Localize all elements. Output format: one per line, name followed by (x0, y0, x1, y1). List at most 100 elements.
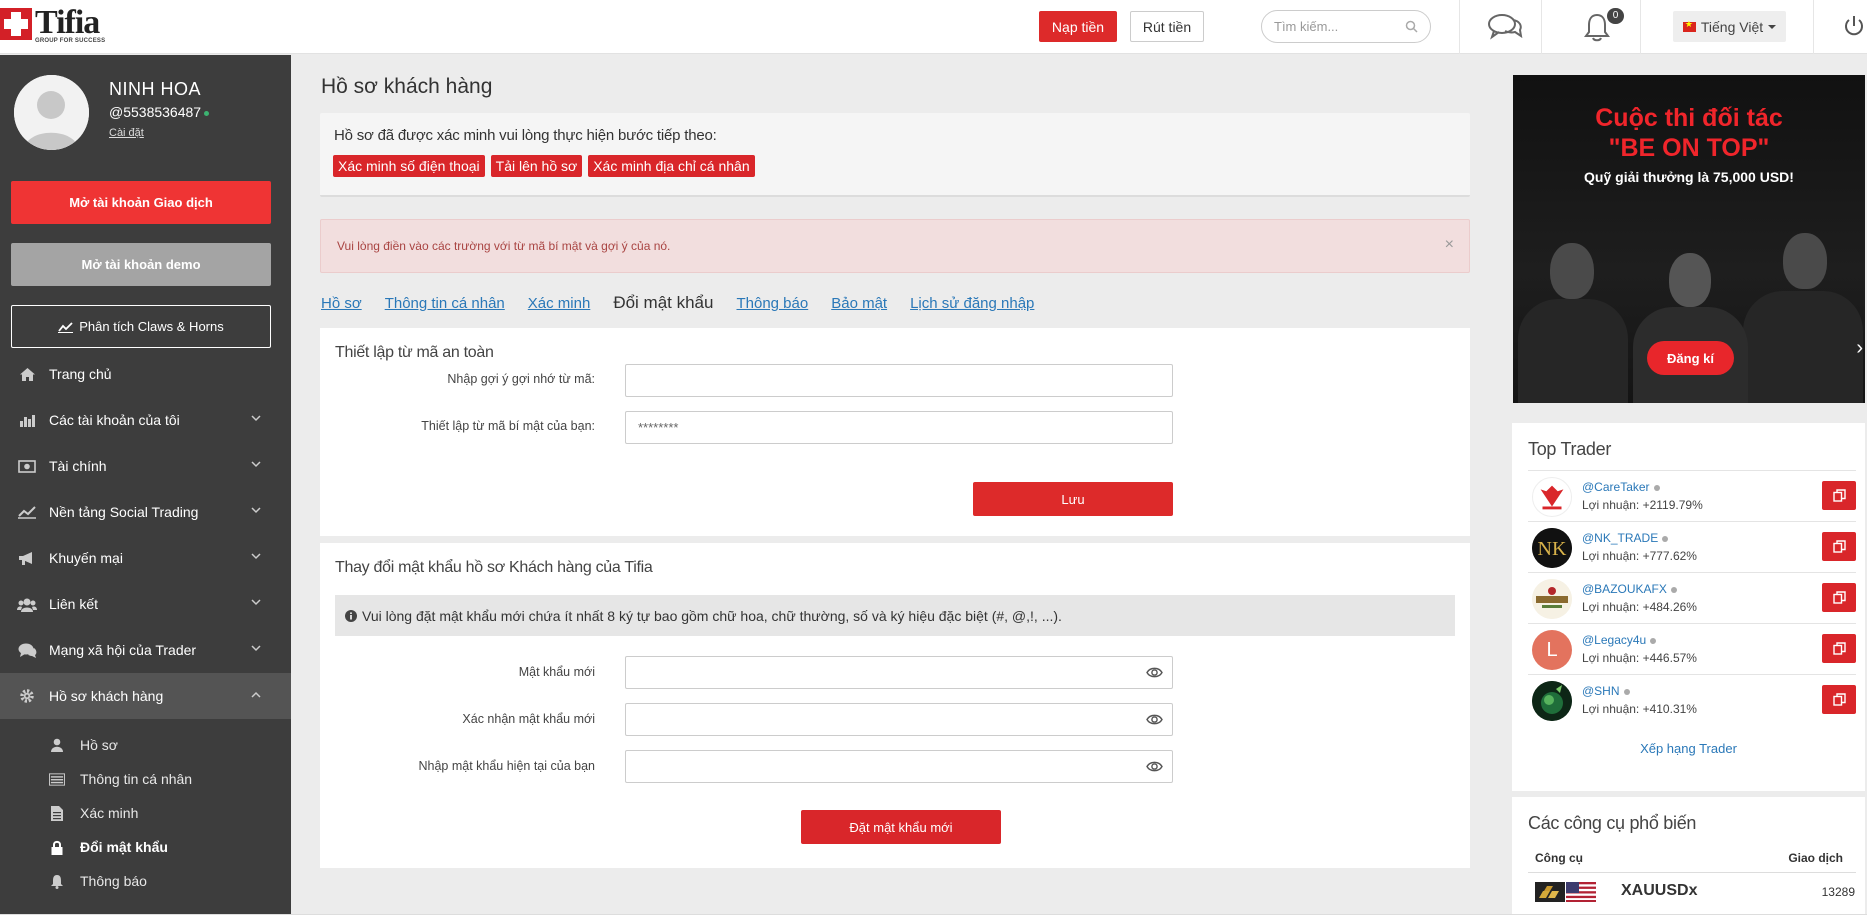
banner-subtitle: Quỹ giải thưởng là 75,000 USD! (1584, 169, 1794, 185)
status-dot-icon (1623, 688, 1630, 695)
chevron-down-icon (251, 507, 261, 514)
change-password-panel: Thay đổi mật khẩu hồ sơ Khách hàng của T… (320, 543, 1470, 868)
open-trading-account-button[interactable]: Mở tài khoản Giao dịch (11, 181, 271, 224)
sidebar-subitem-verification[interactable]: Xác minh (0, 796, 291, 830)
tab-personal-info[interactable]: Thông tin cá nhân (385, 295, 505, 313)
copy-icon (1832, 591, 1846, 604)
user-id-text: @5538536487 (109, 104, 202, 120)
sidebar-item-affiliates[interactable]: Liên kết (0, 581, 291, 627)
sidebar-item-client-profile[interactable]: Hồ sơ khách hàng (0, 673, 291, 719)
sidebar-subitem-change-password[interactable]: Đổi mật khẩu (0, 830, 291, 864)
register-contest-button[interactable]: Đăng kí (1647, 341, 1734, 375)
trader-row[interactable]: NK @NK_TRADE Lợi nhuận: +777.62% (1528, 521, 1856, 572)
sidebar-subitem-personal-info[interactable]: Thông tin cá nhân (0, 762, 291, 796)
popular-instruments-title: Các công cụ phổ biến (1528, 813, 1697, 833)
copy-trader-button[interactable] (1822, 481, 1856, 510)
eye-icon[interactable] (1146, 666, 1163, 679)
trader-profit: Lợi nhuận: +777.62% (1582, 549, 1697, 563)
trader-handle[interactable]: @Legacy4u (1582, 633, 1657, 647)
svg-text:NK: NK (1538, 538, 1567, 560)
language-label: Tiếng Việt (1700, 18, 1764, 35)
avatar[interactable] (14, 75, 89, 150)
verification-steps: Xác minh số điện thoại Tải lên hồ sơ Xác… (333, 155, 755, 177)
tab-verification[interactable]: Xác minh (528, 295, 591, 313)
bazouka-logo-icon (1532, 579, 1572, 619)
copy-trader-button[interactable] (1822, 634, 1856, 663)
sidebar-item-label: Nền tảng Social Trading (49, 504, 199, 520)
language-selector[interactable]: Tiếng Việt (1673, 11, 1786, 42)
popular-instruments-card: Các công cụ phổ biến Công cụ Giao dịch X… (1512, 797, 1865, 923)
trader-row[interactable]: @SHN Lợi nhuận: +410.31% (1528, 674, 1856, 725)
sidebar-item-promotions[interactable]: Khuyến mại (0, 535, 291, 581)
sidebar-subitem-label: Thông tin cá nhân (80, 771, 193, 787)
trader-handle-text: @BAZOUKAFX (1582, 582, 1667, 596)
eye-icon[interactable] (1146, 713, 1163, 726)
set-new-password-button[interactable]: Đặt mật khẩu mới (801, 810, 1001, 844)
open-demo-account-button[interactable]: Mở tài khoản demo (11, 243, 271, 286)
instrument-row[interactable]: XAUUSDx 13289 (1535, 879, 1855, 905)
upload-documents-badge[interactable]: Tải lên hồ sơ (490, 155, 583, 177)
codeword-input[interactable] (638, 420, 1118, 435)
trader-ranking-link[interactable]: Xếp hạng Trader (1512, 741, 1865, 756)
top-trader-title: Top Trader (1528, 439, 1612, 459)
instrument-trades: 13289 (1821, 885, 1855, 899)
trader-handle[interactable]: @CareTaker (1582, 480, 1660, 494)
tab-profile[interactable]: Hồ sơ (321, 295, 362, 313)
sidebar-item-finance[interactable]: Tài chính (0, 443, 291, 489)
banner-person-illustration (1743, 233, 1863, 403)
confirm-password-input[interactable] (638, 712, 1118, 727)
tab-notifications[interactable]: Thông báo (736, 295, 808, 313)
current-password-input[interactable] (638, 759, 1118, 774)
sidebar-item-social-trading[interactable]: Nền tảng Social Trading (0, 489, 291, 535)
new-password-input[interactable] (638, 665, 1118, 680)
copy-icon (1832, 540, 1846, 553)
sidebar-subitem-notifications[interactable]: Thông báo (0, 864, 291, 898)
alert-message: Vui lòng điền vào các trường với từ mã b… (337, 239, 671, 253)
logout-power-icon[interactable] (1843, 14, 1865, 38)
partner-contest-banner[interactable]: Cuộc thi đối tác "BE ON TOP" Quỹ giải th… (1513, 75, 1865, 403)
search-icon[interactable] (1405, 20, 1418, 33)
codeword-hint-input[interactable] (638, 373, 1118, 388)
trader-row[interactable]: L @Legacy4u Lợi nhuận: +446.57% (1528, 623, 1856, 674)
new-password-field (625, 656, 1173, 689)
line-chart-icon (58, 321, 74, 333)
tifia-logo[interactable]: Tifia GROUP FOR SUCCESS (0, 6, 105, 44)
tab-change-password[interactable]: Đổi mật khẩu (613, 293, 713, 313)
banner-person-illustration (1518, 243, 1628, 403)
trader-row[interactable]: @CareTaker Lợi nhuận: +2119.79% (1528, 470, 1856, 521)
tab-login-history[interactable]: Lịch sử đăng nhập (910, 295, 1034, 313)
sidebar-item-my-accounts[interactable]: Các tài khoản của tôi (0, 397, 291, 443)
copy-trader-button[interactable] (1822, 685, 1856, 714)
carousel-next-icon[interactable]: › (1856, 337, 1863, 360)
sidebar-item-label: Liên kết (49, 596, 99, 612)
eye-icon[interactable] (1146, 760, 1163, 773)
sidebar-subitem-profile[interactable]: Hồ sơ (0, 728, 291, 762)
sidebar-item-home[interactable]: Trang chủ (0, 351, 291, 397)
lock-icon (49, 840, 65, 855)
tab-security[interactable]: Bảo mật (831, 295, 887, 313)
copy-trader-button[interactable] (1822, 532, 1856, 561)
claws-horns-analysis-button[interactable]: Phân tích Claws & Horns (11, 305, 271, 348)
deposit-button[interactable]: Nạp tiền (1039, 11, 1117, 42)
trader-handle[interactable]: @BAZOUKAFX (1582, 582, 1677, 596)
trader-handle[interactable]: @SHN (1582, 684, 1630, 698)
search-input[interactable] (1274, 19, 1404, 34)
settings-link[interactable]: Cài đặt (109, 127, 144, 139)
trader-profit: Lợi nhuận: +484.26% (1582, 600, 1697, 614)
save-codeword-button[interactable]: Lưu (973, 482, 1173, 516)
copy-trader-button[interactable] (1822, 583, 1856, 612)
close-icon[interactable]: × (1445, 236, 1454, 254)
trader-row[interactable]: @BAZOUKAFX Lợi nhuận: +484.26% (1528, 572, 1856, 623)
verify-address-badge[interactable]: Xác minh địa chỉ cá nhân (588, 155, 755, 177)
verify-phone-badge[interactable]: Xác minh số điện thoại (333, 155, 485, 177)
sidebar-item-label: Các tài khoản của tôi (49, 412, 180, 428)
withdraw-button[interactable]: Rút tiền (1130, 11, 1204, 42)
chat-icon[interactable] (1487, 12, 1523, 42)
bar-chart-icon (17, 413, 37, 428)
sidebar-item-trader-social[interactable]: Mạng xã hội của Trader (0, 627, 291, 673)
trader-handle[interactable]: @NK_TRADE (1582, 531, 1669, 545)
chevron-up-icon (251, 691, 261, 698)
sidebar-nav: Trang chủ Các tài khoản của tôi Tài chín… (0, 351, 291, 898)
us-flag-icon (1566, 882, 1596, 902)
error-alert: Vui lòng điền vào các trường với từ mã b… (320, 219, 1470, 273)
